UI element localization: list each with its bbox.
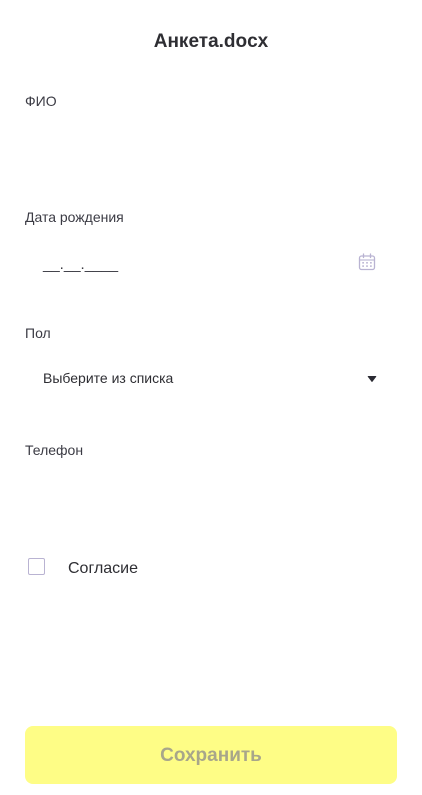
page-title: Анкета.docx: [153, 31, 269, 52]
phone-label: Телефон: [25, 442, 84, 458]
full-name-field[interactable]: [25, 130, 397, 164]
chevron-down-icon: [367, 376, 377, 382]
phone-field[interactable]: [25, 478, 397, 512]
gender-select-value: Выберите из списка: [43, 370, 174, 386]
consent-checkbox[interactable]: [28, 558, 45, 575]
consent-label[interactable]: Согласие: [68, 559, 138, 578]
birth-date-value: __.__.____: [43, 256, 119, 273]
full-name-label: ФИО: [25, 93, 57, 109]
gender-label: Пол: [25, 325, 51, 341]
birth-date-label: Дата рождения: [25, 209, 124, 225]
calendar-icon[interactable]: [358, 253, 376, 271]
save-button[interactable]: Сохранить: [25, 726, 397, 784]
